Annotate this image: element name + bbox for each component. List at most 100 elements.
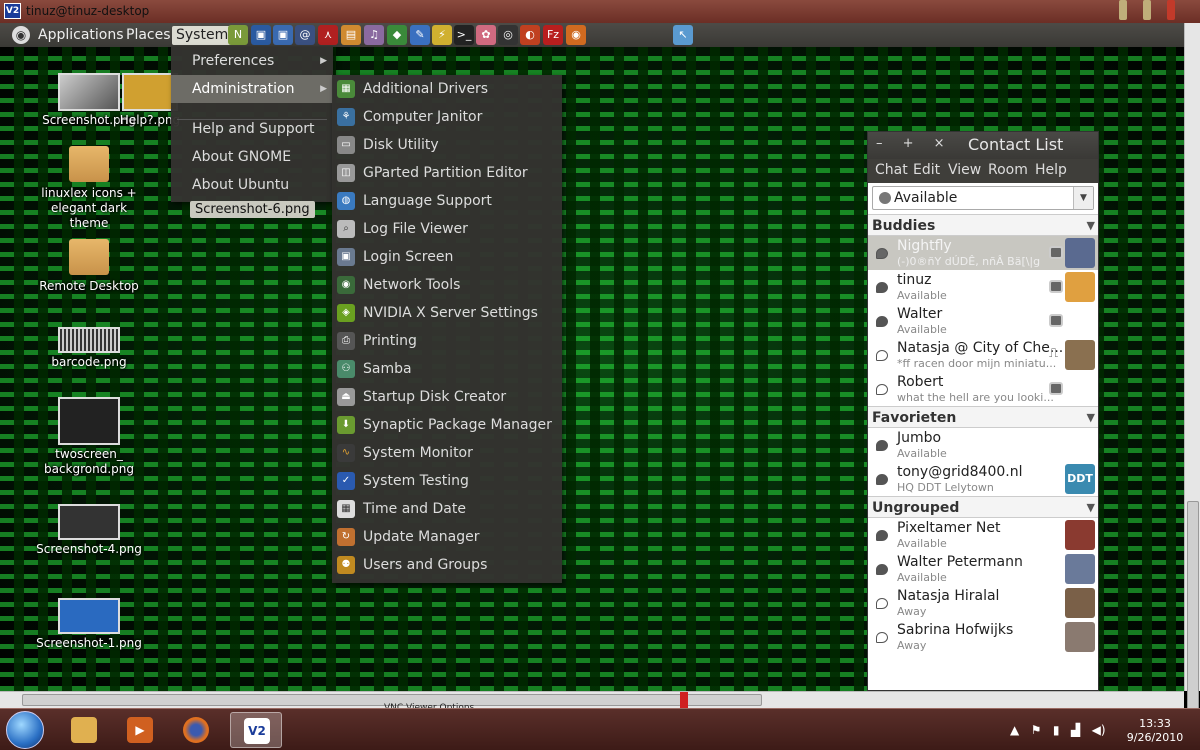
filezilla-launcher-icon[interactable]: Fz (543, 25, 563, 45)
collapse-arrow-icon[interactable]: ▼ (1087, 215, 1095, 237)
buddy-row[interactable]: Pixeltamer Net Available (868, 518, 1098, 552)
menu-item-system-monitor[interactable]: ∿ System Monitor (332, 439, 562, 467)
menu-chat[interactable]: Chat (875, 162, 908, 178)
menu-item-log-file-viewer[interactable]: ⌕ Log File Viewer (332, 215, 562, 243)
taskbar-vnc-viewer[interactable]: V2 (230, 712, 282, 748)
menu-item-preferences[interactable]: Preferences ▶ (171, 47, 333, 75)
window-titlebar[interactable]: V2 tinuz@tinuz-desktop (0, 0, 1200, 23)
menu-item-disk-utility[interactable]: ▭ Disk Utility (332, 131, 562, 159)
menu-item-samba[interactable]: ⚇ Samba (332, 355, 562, 383)
window-buttons[interactable]: – + × (876, 136, 953, 151)
buddy-row[interactable]: Natasja @ City of Che... *ff racen door m… (868, 338, 1098, 372)
gnome-top-panel: ◉ Applications Places System N ▣ ▣ @ ⋏ ▤… (0, 23, 1184, 47)
menu-item-help-support[interactable]: Help and Support (171, 115, 333, 143)
vlc-launcher-icon[interactable]: ◉ (566, 25, 586, 45)
menu-item-synaptic[interactable]: ⬇ Synaptic Package Manager (332, 411, 562, 439)
paint-launcher-icon[interactable]: ✿ (476, 25, 496, 45)
scroll-thumb[interactable] (1187, 501, 1199, 711)
avatar (1065, 340, 1095, 370)
buddy-row[interactable]: Natasja Hiralal Away (868, 586, 1098, 620)
samba-icon: ⚇ (337, 360, 355, 378)
buddy-row[interactable]: Sabrina Hofwijks Away (868, 620, 1098, 654)
usb-icon: ⏏ (337, 388, 355, 406)
menu-item-about-ubuntu[interactable]: About Ubuntu (171, 171, 333, 199)
chat-bubble-icon (876, 248, 888, 259)
desktop-icon-twoscreen[interactable]: twoscreen_ backgrond.png (34, 397, 144, 477)
desktop-icon-barcode[interactable]: barcode.png (34, 327, 144, 370)
green-launcher-icon[interactable]: ◆ (387, 25, 407, 45)
menu-room[interactable]: Room (988, 162, 1028, 178)
swirl-launcher-icon[interactable]: @ (295, 25, 315, 45)
mixer-launcher-icon[interactable]: ♫ (364, 25, 384, 45)
buddy-row[interactable]: Robert what the hell are you looki... (868, 372, 1098, 406)
buddy-row[interactable]: Walter Available (868, 304, 1098, 338)
buddy-row[interactable]: Nightfly (-)0®ñY dÚDÊ, nñÂ Bä[\|g (868, 236, 1098, 270)
menu-item-system-testing[interactable]: ✓ System Testing (332, 467, 562, 495)
news-launcher-icon[interactable]: N (228, 25, 248, 45)
ubuntu-logo-icon[interactable]: ◉ (12, 26, 30, 44)
menu-item-update-manager[interactable]: ↻ Update Manager (332, 523, 562, 551)
volume-icon[interactable]: ◀) (1092, 723, 1106, 737)
menu-item-gparted[interactable]: ◫ GParted Partition Editor (332, 159, 562, 187)
flag-icon[interactable]: ⚑ (1031, 723, 1042, 737)
power-icon[interactable]: ▮ (1053, 723, 1060, 737)
screen-launcher-icon[interactable]: ▣ (273, 25, 293, 45)
vertical-scrollbar[interactable] (1184, 23, 1200, 711)
camera-launcher-icon[interactable]: ◎ (498, 25, 518, 45)
menu-item-label: Administration (192, 81, 295, 97)
contact-list-titlebar[interactable]: – + × Contact List (868, 132, 1098, 159)
menu-item-nvidia-settings[interactable]: ◈ NVIDIA X Server Settings (332, 299, 562, 327)
taskbar-media-player[interactable]: ▶ (114, 712, 166, 748)
collapse-arrow-icon[interactable]: ▼ (1087, 497, 1095, 519)
menu-item-login-screen[interactable]: ▣ Login Screen (332, 243, 562, 271)
desktop-icon-screenshot-1[interactable]: Screenshot-1.png (34, 598, 144, 651)
desktop-icon-linuxlex[interactable]: linuxlex icons + elegant dark theme (34, 146, 144, 231)
show-hidden-icon[interactable]: ▲ (1010, 723, 1019, 737)
menu-edit[interactable]: Edit (913, 162, 940, 178)
minimize-button[interactable] (1119, 0, 1127, 20)
desktop-icon-remote-desktop[interactable]: Remote Desktop (34, 239, 144, 294)
buddy-row[interactable]: tinuz Available (868, 270, 1098, 304)
applications-menu[interactable]: Applications (34, 26, 128, 45)
taskbar-firefox[interactable] (170, 712, 222, 748)
menu-item-additional-drivers[interactable]: ▦ Additional Drivers (332, 75, 562, 103)
desktop-icon-screenshot-4[interactable]: Screenshot-4.png (34, 504, 144, 557)
group-header[interactable]: Buddies ▼ (868, 214, 1098, 236)
network-icon: ◉ (337, 276, 355, 294)
group-header[interactable]: Favorieten ▼ (868, 406, 1098, 428)
firefox-launcher-icon[interactable]: ◐ (520, 25, 540, 45)
menu-item-administration[interactable]: Administration ▶ (171, 75, 333, 103)
buddy-row[interactable]: tony@grid8400.nl HQ DDT Lelytown DDT (868, 462, 1098, 496)
places-menu[interactable]: Places (122, 26, 175, 45)
menu-help[interactable]: Help (1035, 162, 1067, 178)
dropdown-arrow-icon[interactable]: ▼ (1073, 187, 1093, 209)
menu-item-about-gnome[interactable]: About GNOME (171, 143, 333, 171)
start-button[interactable] (6, 711, 44, 749)
acrobat-launcher-icon[interactable]: ⋏ (318, 25, 338, 45)
taskbar-explorer[interactable] (58, 712, 110, 748)
menu-view[interactable]: View (948, 162, 981, 178)
menu-item-network-tools[interactable]: ◉ Network Tools (332, 271, 562, 299)
close-button[interactable] (1167, 0, 1175, 20)
clock[interactable]: 13:33 9/26/2010 (1120, 717, 1190, 745)
desktop-launcher-icon[interactable]: ▣ (251, 25, 271, 45)
buddy-row[interactable]: Walter Petermann Available (868, 552, 1098, 586)
bolt-launcher-icon[interactable]: ⚡ (432, 25, 452, 45)
collapse-arrow-icon[interactable]: ▼ (1087, 407, 1095, 429)
network-icon[interactable]: ▟ (1071, 723, 1080, 737)
status-dropdown[interactable]: Available ▼ (872, 186, 1094, 210)
archive-launcher-icon[interactable]: ▤ (341, 25, 361, 45)
buddy-row[interactable]: Jumbo Available (868, 428, 1098, 462)
terminal-launcher-icon[interactable]: >_ (454, 25, 474, 45)
system-menu[interactable]: System (172, 26, 233, 45)
menu-item-startup-disk-creator[interactable]: ⏏ Startup Disk Creator (332, 383, 562, 411)
horizontal-scrollbar[interactable]: VNC Viewer Options (0, 691, 1184, 713)
menu-item-users-groups[interactable]: ⚉ Users and Groups (332, 551, 562, 579)
menu-item-time-date[interactable]: ▦ Time and Date (332, 495, 562, 523)
menu-item-language-support[interactable]: ◍ Language Support (332, 187, 562, 215)
maximize-button[interactable] (1143, 0, 1151, 20)
group-header[interactable]: Ungrouped ▼ (868, 496, 1098, 518)
menu-item-printing[interactable]: ⎙ Printing (332, 327, 562, 355)
menu-item-computer-janitor[interactable]: ⚘ Computer Janitor (332, 103, 562, 131)
gimp-launcher-icon[interactable]: ✎ (410, 25, 430, 45)
